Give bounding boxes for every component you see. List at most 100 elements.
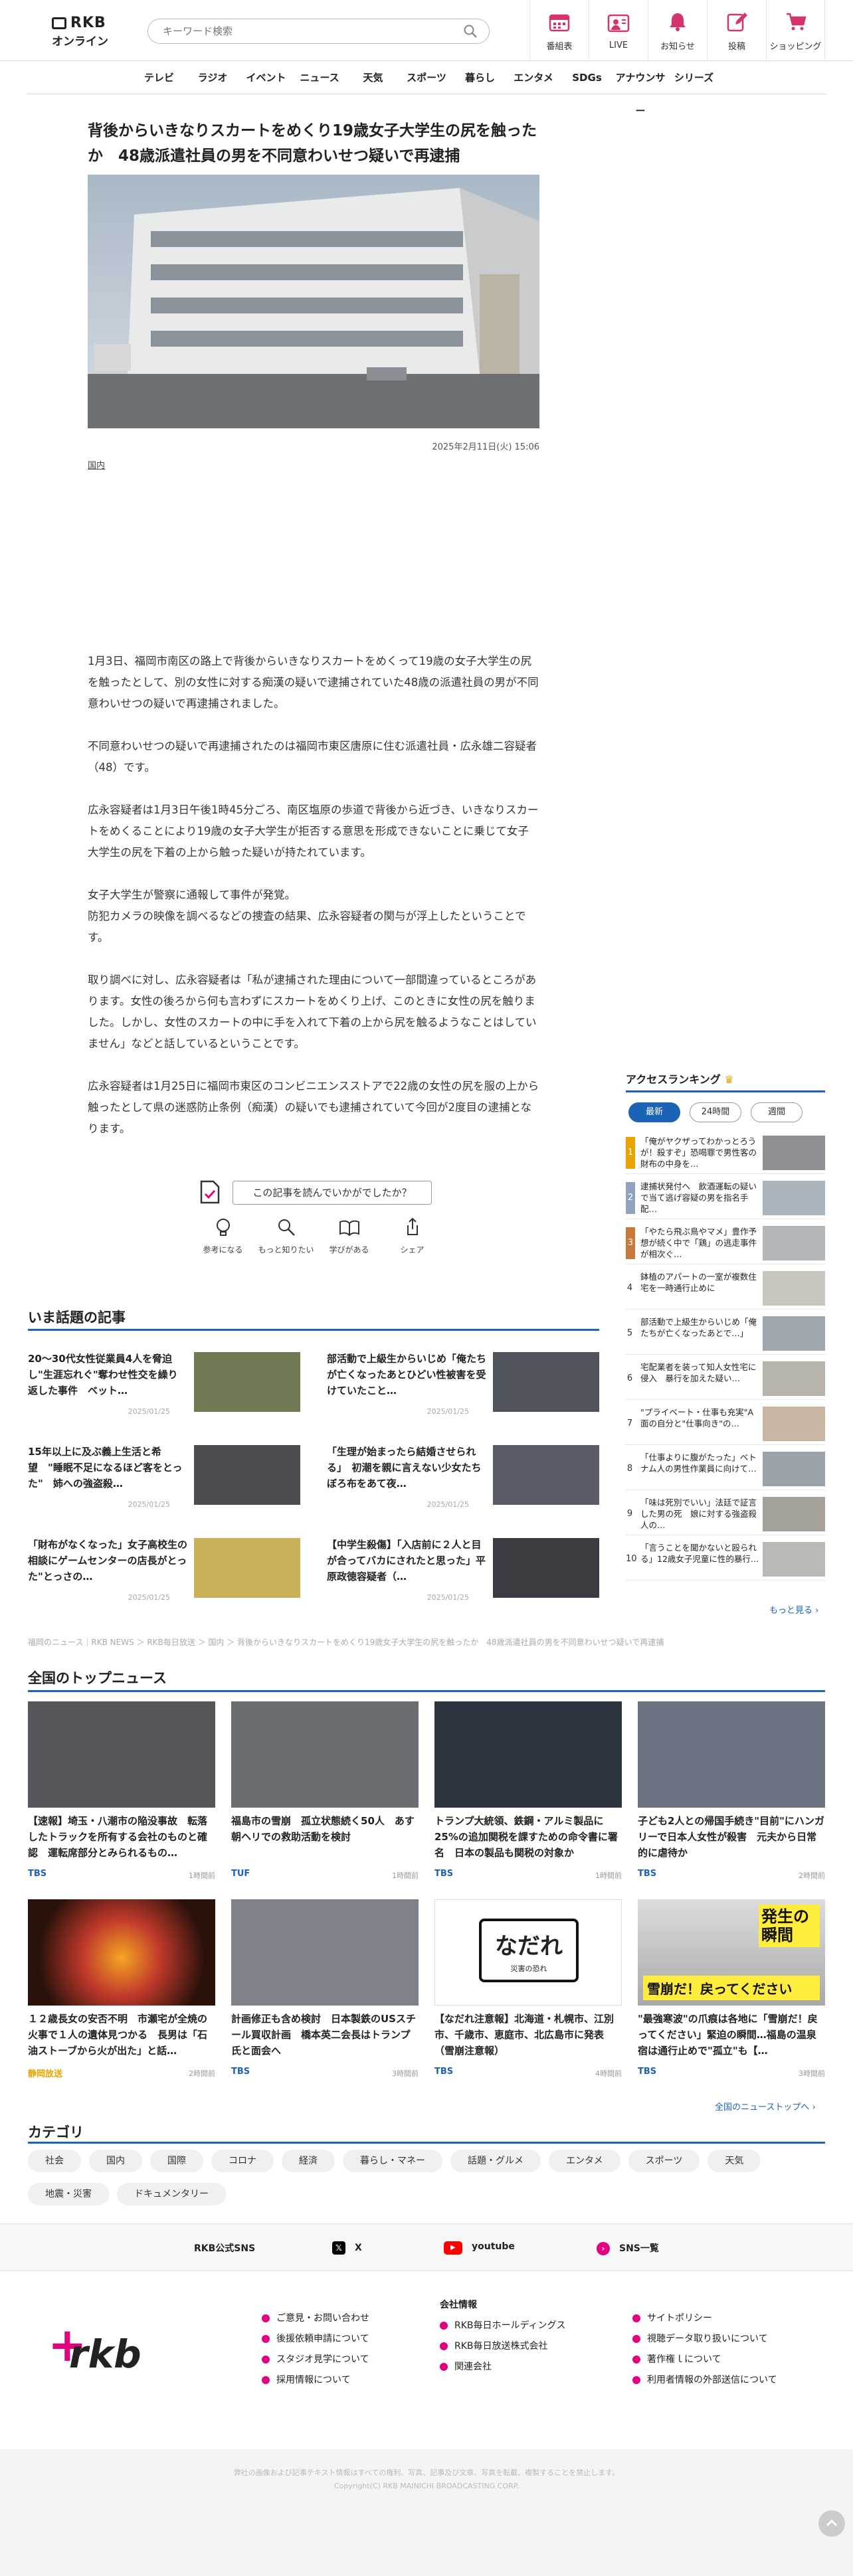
hot-topic-date: 2025/01/25 <box>427 1407 469 1416</box>
gnav-life[interactable]: 暮らし <box>453 61 507 94</box>
logo-text: RKB <box>70 15 106 31</box>
category-chip[interactable]: 国際 <box>150 2150 203 2172</box>
book-icon <box>339 1220 359 1237</box>
footer-link[interactable]: 利用者情報の外部送信について <box>632 2370 777 2391</box>
gnav-series[interactable]: シリーズ <box>667 61 721 94</box>
nav-notice[interactable]: お知らせ <box>648 0 707 61</box>
reaction-helpful[interactable]: 参考になる <box>191 1217 254 1263</box>
national-news-card[interactable]: 発生の瞬間 雪崩だ！戻ってください "最強寒波"の爪痕は各地に「雪崩だ！戻ってくださ… <box>638 1899 825 2079</box>
national-news-card[interactable]: 計画修正も含め検討 日本製鉄のUSスチール買収計画 橋本英二会長はトランプ氏と面… <box>231 1899 419 2079</box>
nav-shopping[interactable]: ショッピング <box>766 0 825 61</box>
feedback-button[interactable]: この記事を読んでいかがでしたか？ <box>233 1181 432 1205</box>
hot-topic-card[interactable]: 「生理が始まったら結婚させられる」 初潮を親に言えない少女たち ぼろ布をあて夜…… <box>327 1444 599 1510</box>
footer-link[interactable]: ご意見・お問い合わせ <box>262 2308 369 2329</box>
nav-post[interactable]: 投稿 <box>707 0 766 61</box>
gnav-sdgs[interactable]: SDGs <box>560 61 614 94</box>
national-news-card[interactable]: 子ども2人との帰国手続き"目前"にハンガリーで日本人女性が殺害 元夫から日常的に… <box>638 1701 825 1881</box>
footer-link[interactable]: 視聴データ取り扱いについて <box>632 2329 777 2350</box>
tab-latest[interactable]: 最新 <box>628 1102 680 1122</box>
national-news-card[interactable]: １２歳長女の安否不明 市瀬宅が全焼の火事で１人の遺体見つかる 長男は「石油ストー… <box>28 1899 215 2079</box>
category-chip[interactable]: 地震・災害 <box>28 2183 109 2205</box>
gnav-entame[interactable]: エンタメ <box>507 61 561 94</box>
hot-topic-card[interactable]: 部活動で上級生からいじめ「俺たちが亡くなったあとひどい性被害を受けていたこと… 2… <box>327 1351 599 1417</box>
category-chip[interactable]: 社会 <box>28 2150 81 2172</box>
tab-24h[interactable]: 24時間 <box>690 1102 741 1122</box>
category-chip[interactable]: 暮らし・マネー <box>343 2150 442 2172</box>
national-underline <box>28 1690 825 1692</box>
ranking-number: 2 <box>626 1182 635 1214</box>
ranking-more-link[interactable]: もっと見る › <box>769 1603 818 1616</box>
gnav-radio[interactable]: ラジオ <box>186 61 240 94</box>
ranking-item[interactable]: 1 「俺がヤクザってわかっとろうが！殺すぞ」恐喝罪で男性客の財布の中身を… <box>626 1132 825 1174</box>
category-chip[interactable]: 天気 <box>708 2150 761 2172</box>
ranking-item[interactable]: 4 鉢植のアパートの一室が複数住宅を一時通行止めに <box>626 1267 825 1310</box>
national-news-card[interactable]: 【速報】埼玉・八潮市の陥没事故 転落したトラックを所有する会社のものと確認 運転… <box>28 1701 215 1881</box>
gnav-tv[interactable]: テレビ <box>132 61 186 94</box>
chevron-up-icon <box>826 2519 838 2527</box>
gnav-announcer[interactable]: アナウンサー <box>614 61 668 117</box>
hot-topic-text: 「財布がなくなった」女子高校生の相談にゲームセンターの店長がとった"とっさの… <box>28 1539 188 1583</box>
footer-link[interactable]: RKB毎日放送株式会社 <box>440 2336 566 2357</box>
gnav-sports[interactable]: スポーツ <box>400 61 454 94</box>
footer-link[interactable]: スタジオ見学について <box>262 2350 369 2370</box>
nav-label: 投稿 <box>727 41 745 52</box>
nadare-text: なだれ <box>495 1933 563 1960</box>
nav-live[interactable]: LIVE <box>589 0 648 61</box>
national-news-card[interactable]: 福島市の雪崩 孤立状態続く50人 あす朝ヘリでの救助活動を検討 TUF 1時間前 <box>231 1701 419 1881</box>
tab-weekly[interactable]: 週間 <box>751 1102 803 1122</box>
footer-link[interactable]: RKB毎日ホールディングス <box>440 2316 566 2336</box>
category-chip[interactable]: エンタメ <box>549 2150 620 2172</box>
nav-label: お知らせ <box>660 41 695 52</box>
ranking-item[interactable]: 9 「味は死別でいい」法廷で証言した男の死 娘に対する強盗殺人の… <box>626 1493 825 1535</box>
footer-link[interactable]: サイトポリシー <box>632 2308 777 2329</box>
category-chip[interactable]: 経済 <box>282 2150 335 2172</box>
national-news-card[interactable]: トランプ大統領、鉄鋼・アルミ製品に25%の追加関税を課すための命令書に署名 日本… <box>434 1701 622 1881</box>
category-chip[interactable]: コロナ <box>211 2150 274 2172</box>
national-news-thumbnail <box>28 1899 215 2006</box>
news-time: 2時間前 <box>189 2069 215 2078</box>
gnav-news[interactable]: ニュース <box>293 61 347 94</box>
reaction-share[interactable]: シェア <box>381 1217 444 1263</box>
ranking-item[interactable]: 8 「仕事よりに腹がたった」ベトナム人の男性作業員に向けて… <box>626 1448 825 1490</box>
reaction-more[interactable]: もっと知りたい <box>254 1217 318 1263</box>
national-news-thumbnail: 発生の瞬間 雪崩だ！戻ってください <box>638 1899 825 2006</box>
ranking-item[interactable]: 2 逮捕状発付へ 飲酒運転の疑いで当て逃げ容疑の男を指名手配… <box>626 1177 825 1219</box>
rkb-footer-logo[interactable]: + rkb <box>48 2322 142 2381</box>
national-news-card[interactable]: なだれ 災害の恐れ 【なだれ注意報】北海道・札幌市、江別市、千歳市、恵庭市、北広島市… <box>434 1899 622 2079</box>
ranking-thumbnail <box>763 1542 825 1577</box>
sns-x-link[interactable]: 𝕏X <box>332 2241 362 2255</box>
search-input[interactable] <box>163 25 442 37</box>
sns-youtube-link[interactable]: ▶ youtube <box>444 2241 515 2255</box>
ranking-item[interactable]: 6 宅配業者を装って知人女性宅に侵入 暴行を加えた疑い… <box>626 1357 825 1400</box>
magnifier-icon <box>278 1219 295 1236</box>
nav-schedule[interactable]: 番組表 <box>529 0 589 61</box>
gnav-weather[interactable]: 天気 <box>346 61 400 94</box>
hot-topic-card[interactable]: 15年以上に及ぶ義上生活と希望 "睡眠不足になるほど客をとった" 姉への強盗殺…… <box>28 1444 300 1510</box>
category-chip[interactable]: ドキュメンタリー <box>117 2183 226 2205</box>
ranking-item[interactable]: 3 「やたら飛ぶ鳥やマメ」豊作予想が続く中で「鶏」の逃走事件が相次ぐ… <box>626 1222 825 1264</box>
back-to-top-button[interactable] <box>818 2510 845 2537</box>
ranking-text: 部活動で上級生からいじめ「俺たちが亡くなったあとで…」 <box>640 1317 757 1338</box>
gnav-event[interactable]: イベント <box>239 61 293 94</box>
ranking-item[interactable]: 10 「言うことを聞かないと殴られる」12歳女子児童に性的暴行… <box>626 1538 825 1581</box>
hot-topic-card[interactable]: 「財布がなくなった」女子高校生の相談にゲームセンターの店長がとった"とっさの… 2… <box>28 1537 300 1603</box>
category-chip[interactable]: 話題・グルメ <box>450 2150 541 2172</box>
category-chip[interactable]: スポーツ <box>628 2150 700 2172</box>
hot-topic-card[interactable]: 20〜30代女性従業員4人を脅迫し"生涯忘れぐ"奪わせ性交を繰り返した事件 ベッ… <box>28 1351 300 1417</box>
search-icon[interactable] <box>464 25 477 38</box>
footer-link[interactable]: 著作権ｌについて <box>632 2350 777 2370</box>
ranking-item[interactable]: 7 "プライベート・仕事も充実"A面の自分と"仕事向き"の… <box>626 1403 825 1445</box>
footer-link[interactable]: 後援依頼申請について <box>262 2329 369 2350</box>
hot-topic-card[interactable]: 【中学生殺傷】「入店前に２人と目が合ってバカにされたと思った」平原政徳容疑者（…… <box>327 1537 599 1603</box>
ranking-title-text: アクセスランキング <box>626 1073 721 1086</box>
footer-link[interactable]: 採用情報について <box>262 2370 369 2391</box>
breadcrumb[interactable]: 福岡のニュース｜RKB NEWS ＞ RKB毎日放送 ＞ 国内 ＞ 背後からいき… <box>28 1636 825 1648</box>
ranking-item[interactable]: 5 部活動で上級生からいじめ「俺たちが亡くなったあとで…」 <box>626 1312 825 1355</box>
category-chip[interactable]: 国内 <box>89 2150 142 2172</box>
sns-list-link[interactable]: › SNS一覧 <box>597 2241 659 2255</box>
national-more-link[interactable]: 全国のニューストップへ › <box>715 2100 816 2112</box>
rkb-online-logo[interactable]: RKB オンライン <box>52 15 112 49</box>
footer-link[interactable]: 関連会社 <box>440 2357 566 2377</box>
reaction-learn[interactable]: 学びがある <box>318 1217 381 1263</box>
article-category-tag[interactable]: 国内 <box>88 458 105 471</box>
